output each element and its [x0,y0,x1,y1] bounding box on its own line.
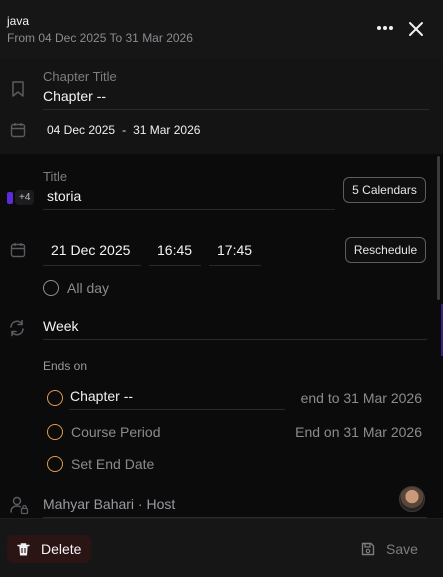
chapter-start-date: 04 Dec 2025 [47,123,116,137]
dialog-footer: Delete Save [0,518,443,577]
save-label: Save [386,541,418,557]
bookmark-icon [12,81,24,97]
ends-chapter-date: end to 31 Mar 2026 [300,390,422,406]
dialog-header: java From 04 Dec 2025 To 31 Mar 2026 [0,0,443,58]
chapter-title-underline [43,109,429,110]
repeat-underline [43,339,427,340]
calendar-icon [10,123,26,138]
calendar-icon [10,243,26,258]
chapter-end-date: 31 Mar 2026 [133,123,201,137]
delete-label: Delete [41,541,82,557]
event-date-field[interactable]: 21 Dec 2025 [51,242,130,258]
event-title-underline [43,209,335,210]
ends-set-date-label: Set End Date [71,456,155,472]
host-avatar [399,486,425,512]
chapter-title-field[interactable]: Chapter -- [43,88,106,104]
chapter-section: Chapter Title Chapter -- 04 Dec 2025 - 3… [0,58,443,154]
ends-chapter-radio[interactable] [47,390,63,406]
start-time-field[interactable]: 16:45 [157,242,192,258]
chapter-title-label: Chapter Title [43,69,117,84]
all-day-label: All day [67,280,110,296]
ends-course-period-radio[interactable] [47,424,63,440]
all-day-radio[interactable] [43,280,59,296]
repeat-icon [10,319,24,337]
course-title: java [7,14,30,28]
save-button[interactable]: Save [360,535,426,563]
event-title-field[interactable]: storia [47,188,81,204]
event-title-label: Title [43,169,68,184]
ends-course-period-label: Course Period [71,424,161,440]
trash-icon [17,542,30,555]
event-form[interactable]: +4 Title storia 5 Calendars 21 Dec 2025 … [0,154,443,518]
ends-course-period-date: End on 31 Mar 2026 [295,424,422,440]
ends-chapter-underline [69,409,285,410]
host-name: Mahyar Bahari · Host [43,496,176,512]
repeat-select[interactable]: Week [43,318,79,334]
user-lock-icon [10,496,29,515]
end-time-underline [209,265,261,266]
calendar-color-chip[interactable] [7,192,13,204]
reschedule-button[interactable]: Reschedule [345,237,426,263]
ends-chapter-label: Chapter -- [70,388,134,404]
calendars-button[interactable]: 5 Calendars [343,177,426,203]
close-icon[interactable] [407,20,425,38]
chapter-date-range: 04 Dec 2025 - 31 Mar 2026 [47,123,200,137]
scrollbar[interactable] [437,156,440,300]
date-separator: - [122,123,127,137]
end-time-field[interactable]: 17:45 [217,242,252,258]
more-horizontal-icon[interactable] [374,17,396,39]
start-time-underline [149,265,201,266]
course-date-range: From 04 Dec 2025 To 31 Mar 2026 [7,31,193,45]
ends-set-date-radio[interactable] [47,456,63,472]
more-calendars-count[interactable]: +4 [15,190,35,205]
event-date-underline [43,265,141,266]
delete-button[interactable]: Delete [7,535,91,563]
save-icon [361,542,375,556]
ends-on-label: Ends on [43,359,88,373]
